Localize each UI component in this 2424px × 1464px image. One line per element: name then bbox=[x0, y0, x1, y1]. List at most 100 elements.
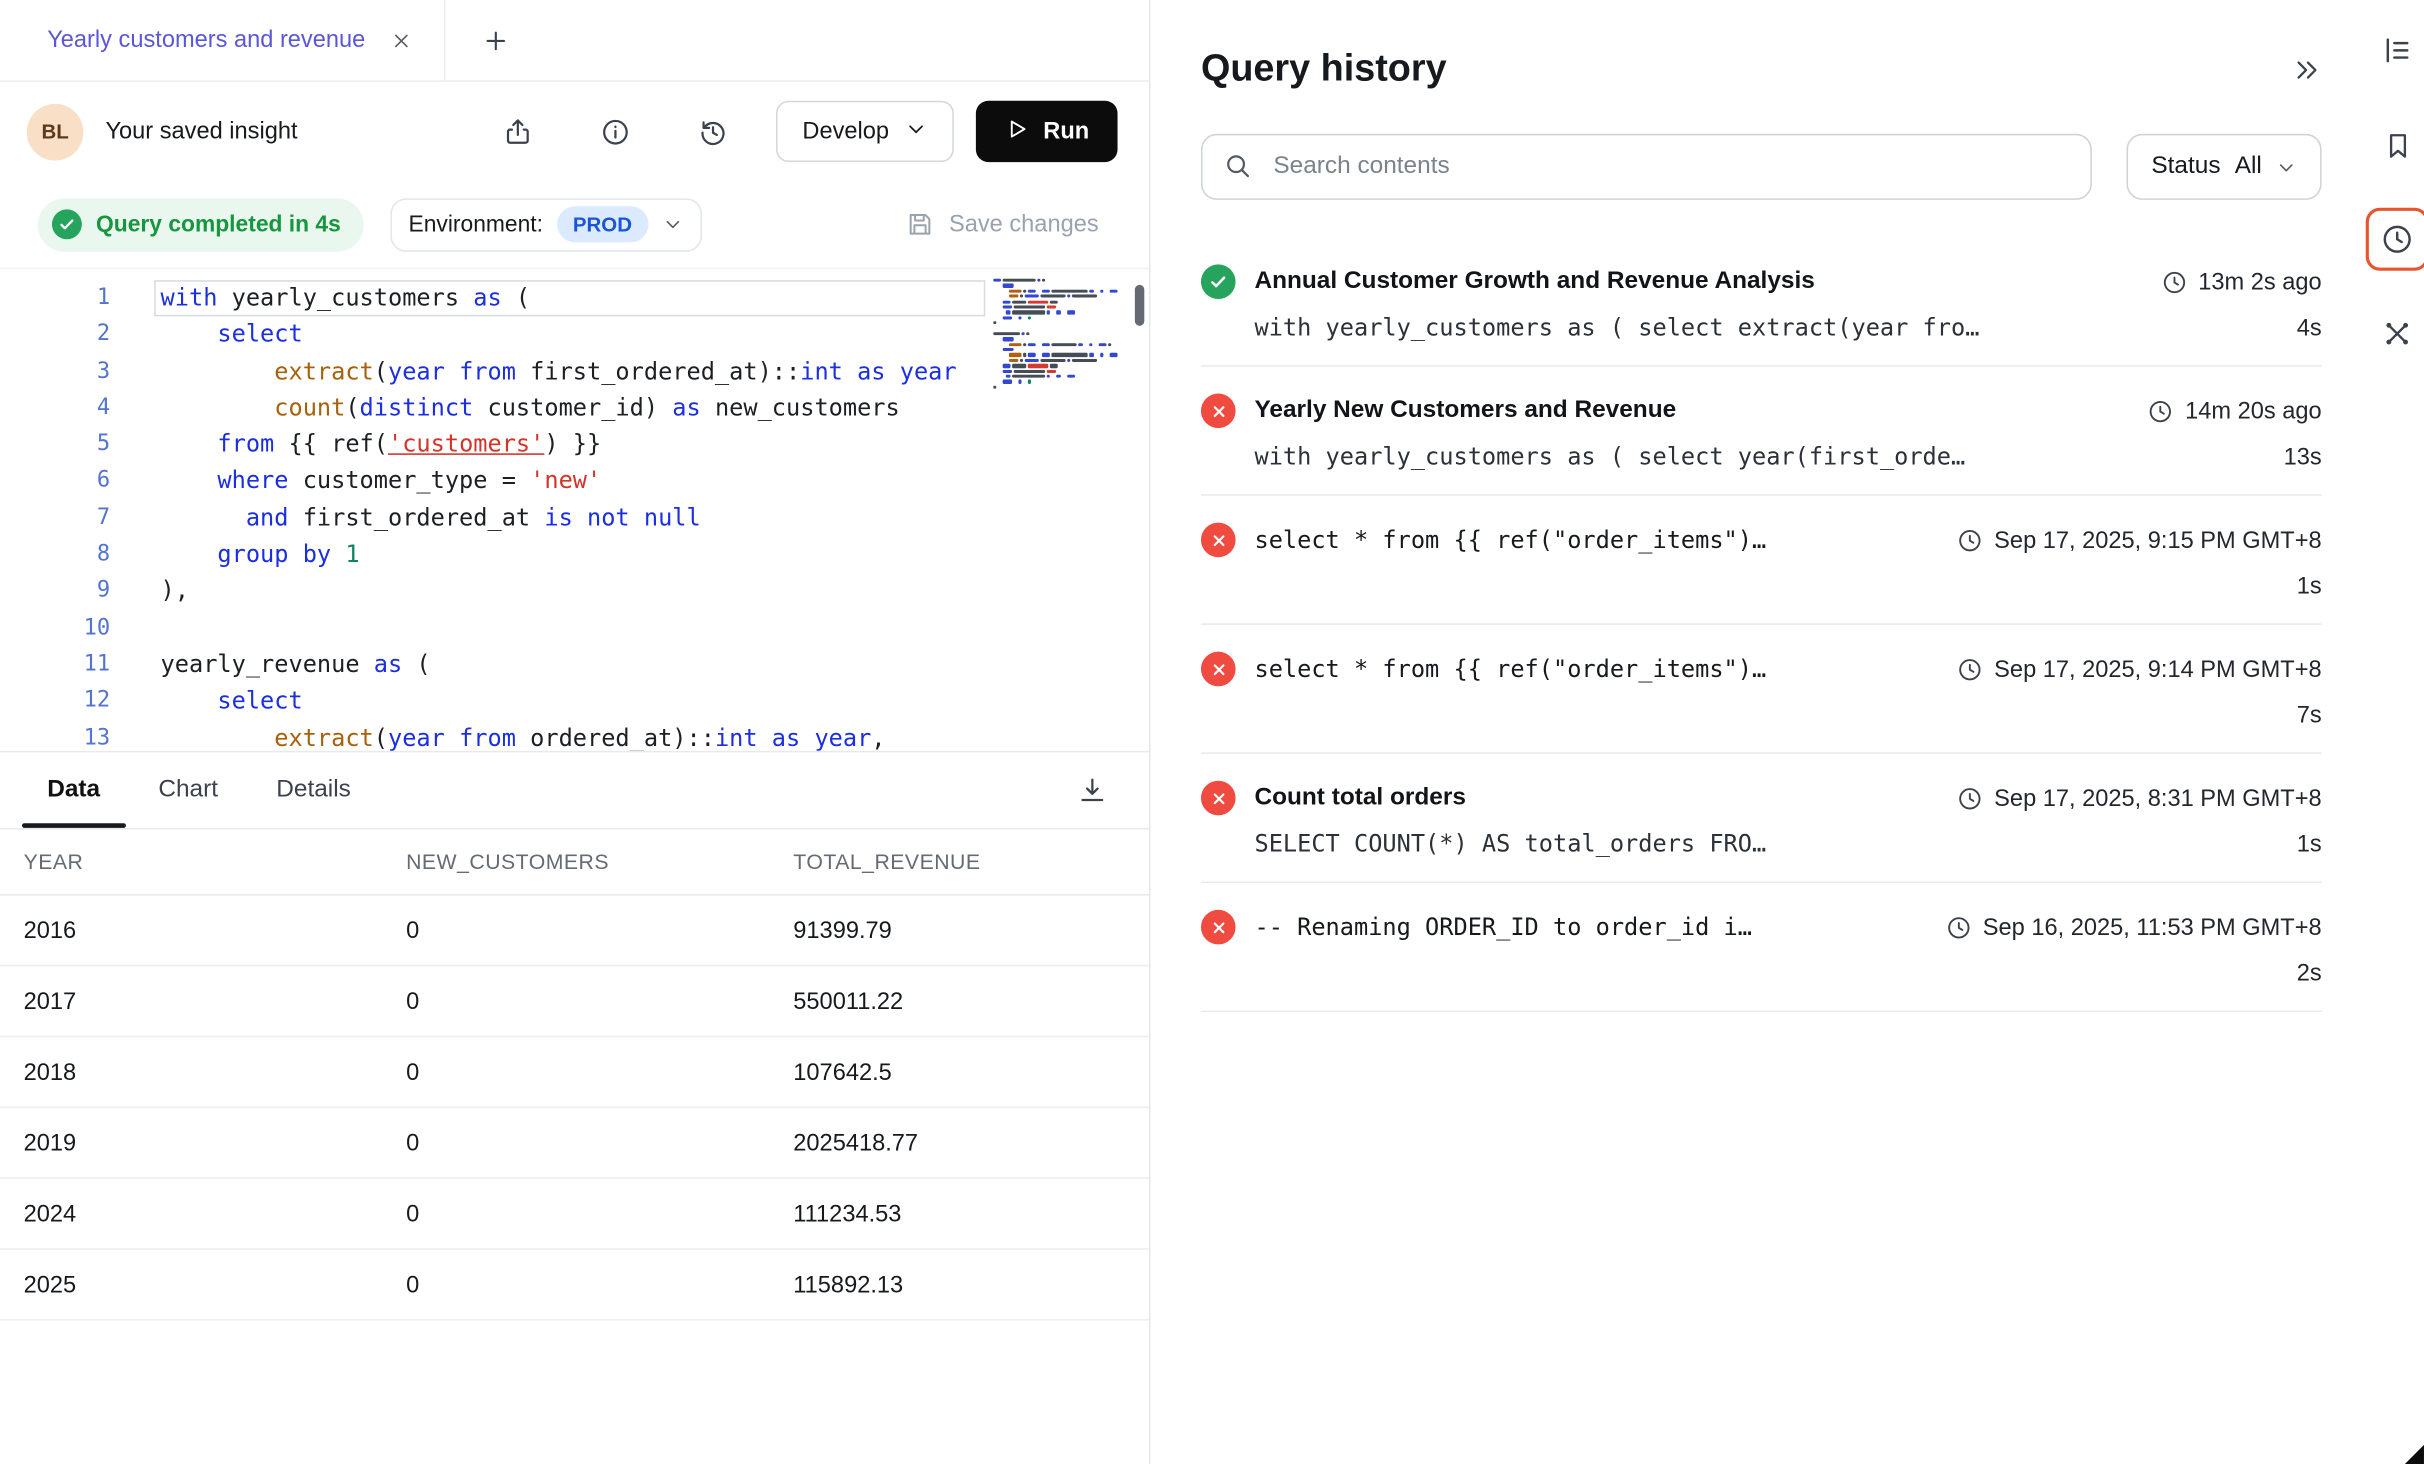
code-text: and first_ordered_at is not null bbox=[110, 500, 701, 537]
error-icon bbox=[1201, 910, 1236, 945]
history-item-time: Sep 16, 2025, 11:53 PM GMT+8 bbox=[1945, 914, 2322, 941]
history-item-duration: 2s bbox=[2297, 959, 2322, 986]
table-cell: 91399.79 bbox=[793, 917, 1125, 944]
download-button[interactable] bbox=[1077, 774, 1108, 805]
line-number: 7 bbox=[0, 500, 110, 537]
play-icon bbox=[1004, 116, 1029, 147]
line-number: 10 bbox=[0, 610, 110, 647]
save-changes-button[interactable]: Save changes bbox=[905, 209, 1099, 239]
environment-select[interactable]: Environment: PROD bbox=[390, 198, 702, 252]
results-table-header: YEARNEW_CUSTOMERSTOTAL_REVENUE bbox=[0, 829, 1149, 895]
code-text: extract(year from ordered_at)::int as ye… bbox=[110, 720, 885, 751]
code-line[interactable]: 1with yearly_customers as ( bbox=[0, 280, 1149, 317]
table-cell: 0 bbox=[406, 1200, 793, 1227]
run-button[interactable]: Run bbox=[976, 101, 1118, 162]
tab-yearly-customers-and-revenue[interactable]: Yearly customers and revenue bbox=[0, 0, 446, 80]
save-icon bbox=[905, 209, 935, 239]
table-cell: 0 bbox=[406, 1271, 793, 1298]
history-item[interactable]: select * from {{ ref("order_items")… Sep … bbox=[1201, 496, 2322, 625]
code-text: ), bbox=[110, 574, 189, 611]
avatar[interactable]: BL bbox=[27, 103, 84, 160]
sql-editor[interactable]: 1with yearly_customers as (2 select3 ext… bbox=[0, 268, 1149, 751]
environment-label: Environment: bbox=[409, 212, 543, 237]
history-item-timestamp: Sep 17, 2025, 8:31 PM GMT+8 bbox=[1994, 785, 2321, 812]
clock-icon bbox=[1956, 656, 1983, 683]
table-cell: 2019 bbox=[24, 1129, 406, 1156]
history-item-timestamp: 14m 20s ago bbox=[2185, 397, 2322, 424]
table-cell: 2025418.77 bbox=[793, 1129, 1125, 1156]
table-cell: 115892.13 bbox=[793, 1271, 1125, 1298]
history-icon[interactable] bbox=[2366, 208, 2424, 271]
panel-title: Query history bbox=[1201, 47, 1447, 91]
code-line[interactable]: 9), bbox=[0, 574, 1149, 611]
code-lines: 1with yearly_customers as (2 select3 ext… bbox=[0, 280, 1149, 751]
history-item-timestamp: Sep 17, 2025, 9:15 PM GMT+8 bbox=[1994, 527, 2321, 554]
table-row: 20180107642.5 bbox=[0, 1037, 1149, 1108]
history-item-duration: 13s bbox=[2284, 443, 2322, 470]
code-text: select bbox=[110, 684, 303, 721]
resize-corner bbox=[2403, 1445, 2423, 1464]
error-icon bbox=[1201, 523, 1236, 558]
develop-button[interactable]: Develop bbox=[776, 101, 954, 162]
history-item[interactable]: Yearly New Customers and Revenue 14m 20s … bbox=[1201, 367, 2322, 496]
lineage-icon[interactable] bbox=[2366, 302, 2424, 365]
table-cell: 107642.5 bbox=[793, 1059, 1125, 1086]
tab-chart[interactable]: Chart bbox=[158, 776, 218, 804]
line-number: 11 bbox=[0, 647, 110, 684]
code-line[interactable]: 10 bbox=[0, 610, 1149, 647]
history-item[interactable]: -- Renaming ORDER_ID to order_id i… Sep 1… bbox=[1201, 883, 2322, 1012]
history-item-query: SELECT COUNT(*) AS total_orders FRO… bbox=[1254, 829, 2296, 857]
code-line[interactable]: 8 group by 1 bbox=[0, 537, 1149, 574]
history-item-title: Yearly New Customers and Revenue bbox=[1254, 397, 2128, 425]
history-item[interactable]: Count total ordersSep 17, 2025, 8:31 PM … bbox=[1201, 754, 2322, 883]
code-line[interactable]: 11yearly_revenue as ( bbox=[0, 647, 1149, 684]
code-line[interactable]: 2 select bbox=[0, 317, 1149, 354]
bookmark-icon[interactable] bbox=[2366, 113, 2424, 176]
history-item[interactable]: select * from {{ ref("order_items")…Sep … bbox=[1201, 625, 2322, 754]
query-status-text: Query completed in 4s bbox=[96, 212, 341, 237]
check-circle-icon bbox=[52, 209, 82, 239]
right-rail bbox=[2363, 0, 2424, 365]
results-table-body: 2016091399.7920170550011.2220180107642.5… bbox=[0, 896, 1149, 1321]
query-history-panel: Query history Status All Annual bbox=[1152, 0, 2373, 1464]
line-number: 2 bbox=[0, 317, 110, 354]
clock-icon bbox=[1956, 785, 1983, 812]
code-text: group by 1 bbox=[110, 537, 359, 574]
table-cell: 0 bbox=[406, 1129, 793, 1156]
history-item-title: -- Renaming ORDER_ID to order_id i… bbox=[1254, 913, 1926, 941]
history-item-time: 14m 20s ago bbox=[2147, 397, 2321, 424]
version-history-button[interactable] bbox=[681, 100, 744, 163]
column-header: YEAR bbox=[24, 850, 406, 874]
tab-details[interactable]: Details bbox=[276, 776, 351, 804]
info-button[interactable] bbox=[584, 100, 647, 163]
editor-scrollbar[interactable] bbox=[1135, 285, 1144, 326]
code-line[interactable]: 7 and first_ordered_at is not null bbox=[0, 500, 1149, 537]
code-line[interactable]: 4 count(distinct customer_id) as new_cus… bbox=[0, 390, 1149, 427]
tab-close-icon[interactable] bbox=[390, 29, 412, 51]
code-line[interactable]: 12 select bbox=[0, 684, 1149, 721]
table-row: 20250115892.13 bbox=[0, 1250, 1149, 1321]
history-item-duration: 1s bbox=[2297, 830, 2322, 857]
history-item[interactable]: Annual Customer Growth and Revenue Analy… bbox=[1201, 238, 2322, 367]
tab-data[interactable]: Data bbox=[47, 776, 100, 804]
search-input[interactable] bbox=[1201, 134, 2092, 200]
code-line[interactable]: 13 extract(year from ordered_at)::int as… bbox=[0, 720, 1149, 751]
history-item-title: select * from {{ ref("order_items")… bbox=[1254, 526, 1937, 554]
editor-minimap[interactable] bbox=[993, 279, 1119, 396]
history-item-timestamp: 13m 2s ago bbox=[2198, 268, 2321, 295]
list-icon[interactable] bbox=[2366, 19, 2424, 82]
new-tab-button[interactable] bbox=[468, 0, 525, 80]
table-cell: 0 bbox=[406, 917, 793, 944]
success-icon bbox=[1201, 264, 1236, 299]
code-line[interactable]: 3 extract(year from first_ordered_at)::i… bbox=[0, 354, 1149, 391]
share-button[interactable] bbox=[486, 100, 549, 163]
column-header: TOTAL_REVENUE bbox=[793, 850, 1125, 874]
status-filter-label: Status bbox=[2151, 153, 2220, 181]
status-filter-select[interactable]: Status All bbox=[2126, 134, 2321, 200]
history-item-duration: 7s bbox=[2297, 701, 2322, 728]
line-number: 12 bbox=[0, 684, 110, 721]
clock-icon bbox=[2147, 397, 2174, 424]
collapse-panel-icon[interactable] bbox=[2292, 54, 2322, 84]
code-line[interactable]: 6 where customer_type = 'new' bbox=[0, 464, 1149, 501]
code-line[interactable]: 5 from {{ ref('customers') }} bbox=[0, 427, 1149, 464]
